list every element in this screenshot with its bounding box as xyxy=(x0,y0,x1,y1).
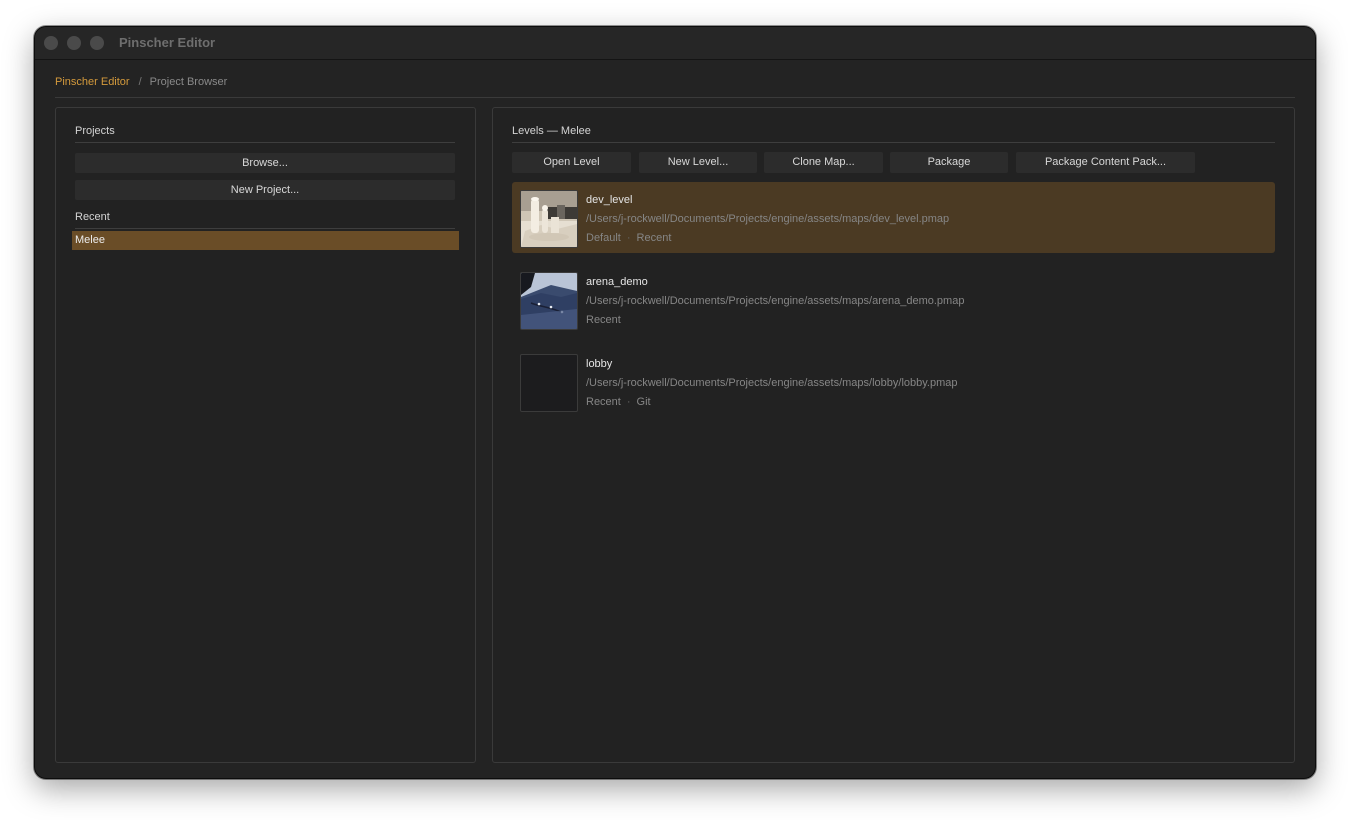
levels-title-divider xyxy=(512,142,1275,143)
white-geometry-scene-thumbnail xyxy=(521,191,577,247)
levels-title: Levels — Melee xyxy=(512,125,591,137)
projects-panel: Projects Browse... New Project... Recent… xyxy=(55,107,476,763)
level-thumbnail-empty xyxy=(520,354,578,412)
projects-title-divider xyxy=(75,142,455,143)
app-window: Pinscher Editor Pinscher Editor / Project … xyxy=(34,26,1316,779)
browse-button[interactable]: Browse... xyxy=(75,153,455,173)
new-project-button[interactable]: New Project... xyxy=(75,180,455,200)
open-level-button[interactable]: Open Level xyxy=(512,152,631,173)
level-tags: Recent · Git xyxy=(586,396,651,408)
recent-title-divider xyxy=(75,228,455,229)
window-title: Pinscher Editor xyxy=(119,35,216,50)
level-tags: Recent xyxy=(586,314,621,326)
level-tag: Git xyxy=(636,396,651,408)
tag-separator: · xyxy=(626,232,631,244)
level-tag: Recent xyxy=(586,396,621,408)
level-name: lobby xyxy=(586,358,613,370)
breadcrumb-current: Project Browser xyxy=(149,76,228,88)
recent-project-item[interactable]: Melee xyxy=(72,231,459,250)
level-thumbnail xyxy=(520,190,578,248)
level-path: /Users/j-rockwell/Documents/Projects/eng… xyxy=(586,377,958,389)
title-bar[interactable]: Pinscher Editor xyxy=(35,27,1315,60)
zoom-window-button[interactable] xyxy=(90,36,104,50)
level-tag: Recent xyxy=(636,232,672,244)
level-row-arena-demo[interactable]: arena_demo /Users/j-rockwell/Documents/P… xyxy=(512,264,1275,335)
blue-landscape-scene-thumbnail xyxy=(521,273,577,329)
clone-map-button[interactable]: Clone Map... xyxy=(764,152,883,173)
level-name: dev_level xyxy=(586,194,633,206)
level-name: arena_demo xyxy=(586,276,648,288)
projects-title: Projects xyxy=(75,125,115,137)
breadcrumb-separator: / xyxy=(138,76,142,88)
level-path: /Users/j-rockwell/Documents/Projects/eng… xyxy=(586,295,965,307)
recent-project-label: Melee xyxy=(75,234,105,246)
level-tag: Default xyxy=(586,232,621,244)
level-tags: Default · Recent xyxy=(586,232,671,244)
level-tag: Recent xyxy=(586,314,621,326)
level-path: /Users/j-rockwell/Documents/Projects/eng… xyxy=(586,213,950,225)
level-row-lobby[interactable]: lobby /Users/j-rockwell/Documents/Projec… xyxy=(512,346,1275,417)
tag-separator: · xyxy=(626,396,631,408)
breadcrumb-app-link[interactable]: Pinscher Editor xyxy=(55,76,130,88)
level-thumbnail xyxy=(520,272,578,330)
breadcrumb: Pinscher Editor / Project Browser xyxy=(55,76,227,88)
minimize-window-button[interactable] xyxy=(67,36,81,50)
level-row-dev-level[interactable]: dev_level /Users/j-rockwell/Documents/Pr… xyxy=(512,182,1275,253)
recent-title: Recent xyxy=(75,211,110,223)
new-level-button[interactable]: New Level... xyxy=(639,152,757,173)
close-window-button[interactable] xyxy=(44,36,58,50)
package-content-pack-button[interactable]: Package Content Pack... xyxy=(1016,152,1195,173)
package-button[interactable]: Package xyxy=(890,152,1008,173)
levels-panel: Levels — Melee Open Level New Level... C… xyxy=(492,107,1295,763)
breadcrumb-divider xyxy=(55,97,1295,98)
